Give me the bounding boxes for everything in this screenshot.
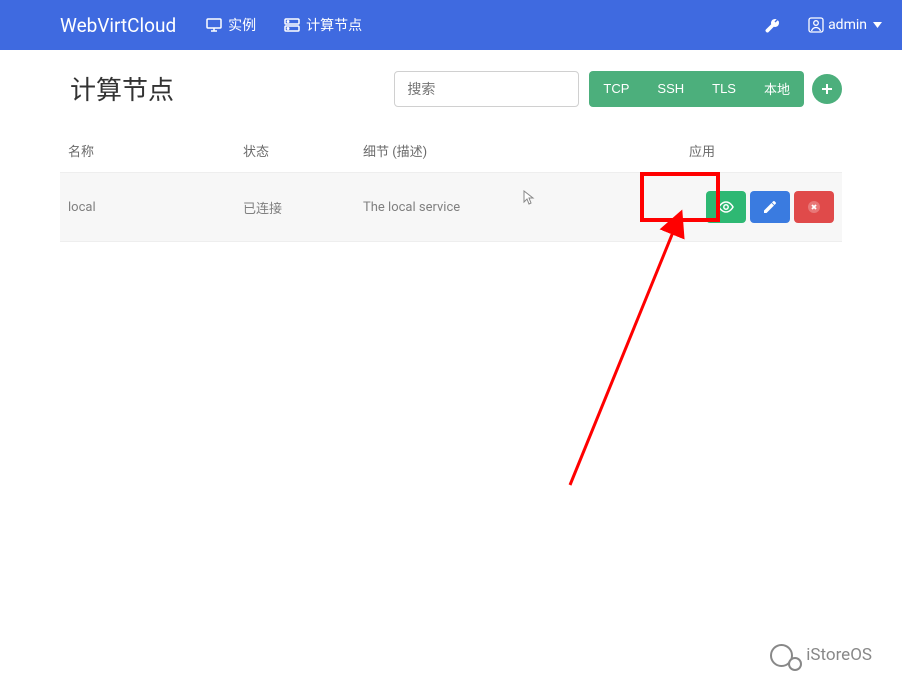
nav-nodes-label: 计算节点 (306, 15, 362, 35)
caret-down-icon (873, 22, 882, 28)
nodes-table: 名称 状态 细节 (描述) 应用 local 已连接 The local ser… (60, 129, 842, 242)
tab-tcp[interactable]: TCP (589, 71, 643, 107)
page-title: 计算节点 (60, 70, 174, 107)
watermark: iStoreOS (770, 642, 872, 668)
search-input[interactable] (394, 71, 579, 107)
th-action: 应用 (689, 141, 834, 160)
cell-detail: The local service (363, 200, 689, 215)
pencil-icon (763, 200, 777, 214)
view-button[interactable] (706, 191, 746, 223)
delete-button[interactable] (794, 191, 834, 223)
cell-actions (689, 191, 834, 223)
content-area: 计算节点 TCP SSH TLS 本地 名称 状态 细节 (描述) 应用 (0, 50, 902, 262)
wechat-icon (770, 642, 796, 668)
user-menu-button[interactable]: admin (808, 17, 882, 33)
cell-status: 已连接 (243, 198, 363, 217)
tools-button[interactable] (764, 17, 780, 33)
monitor-icon (206, 18, 222, 32)
connection-tabs: TCP SSH TLS 本地 (589, 71, 842, 107)
page-header-row: 计算节点 TCP SSH TLS 本地 (60, 70, 842, 107)
wrench-icon (764, 17, 780, 33)
user-icon (808, 17, 824, 33)
nav-instances-label: 实例 (228, 15, 256, 35)
add-node-button[interactable] (812, 74, 842, 104)
th-name: 名称 (68, 141, 243, 160)
edit-button[interactable] (750, 191, 790, 223)
th-status: 状态 (243, 141, 363, 160)
user-name-label: admin (828, 17, 867, 33)
table-row: local 已连接 The local service (60, 173, 842, 242)
th-detail: 细节 (描述) (363, 141, 689, 160)
brand-logo[interactable]: WebVirtCloud (60, 14, 176, 37)
server-icon (284, 18, 300, 32)
eye-icon (718, 201, 734, 213)
nav-instances[interactable]: 实例 (206, 15, 256, 35)
tab-ssh[interactable]: SSH (643, 71, 698, 107)
navbar: WebVirtCloud 实例 计算节点 (0, 0, 902, 50)
tab-local[interactable]: 本地 (750, 71, 804, 107)
tab-tls[interactable]: TLS (698, 71, 750, 107)
close-icon (808, 201, 820, 213)
plus-icon (821, 83, 833, 95)
watermark-text: iStoreOS (806, 645, 872, 665)
cell-name: local (68, 200, 243, 215)
nav-nodes[interactable]: 计算节点 (284, 15, 362, 35)
table-header-row: 名称 状态 细节 (描述) 应用 (60, 129, 842, 173)
